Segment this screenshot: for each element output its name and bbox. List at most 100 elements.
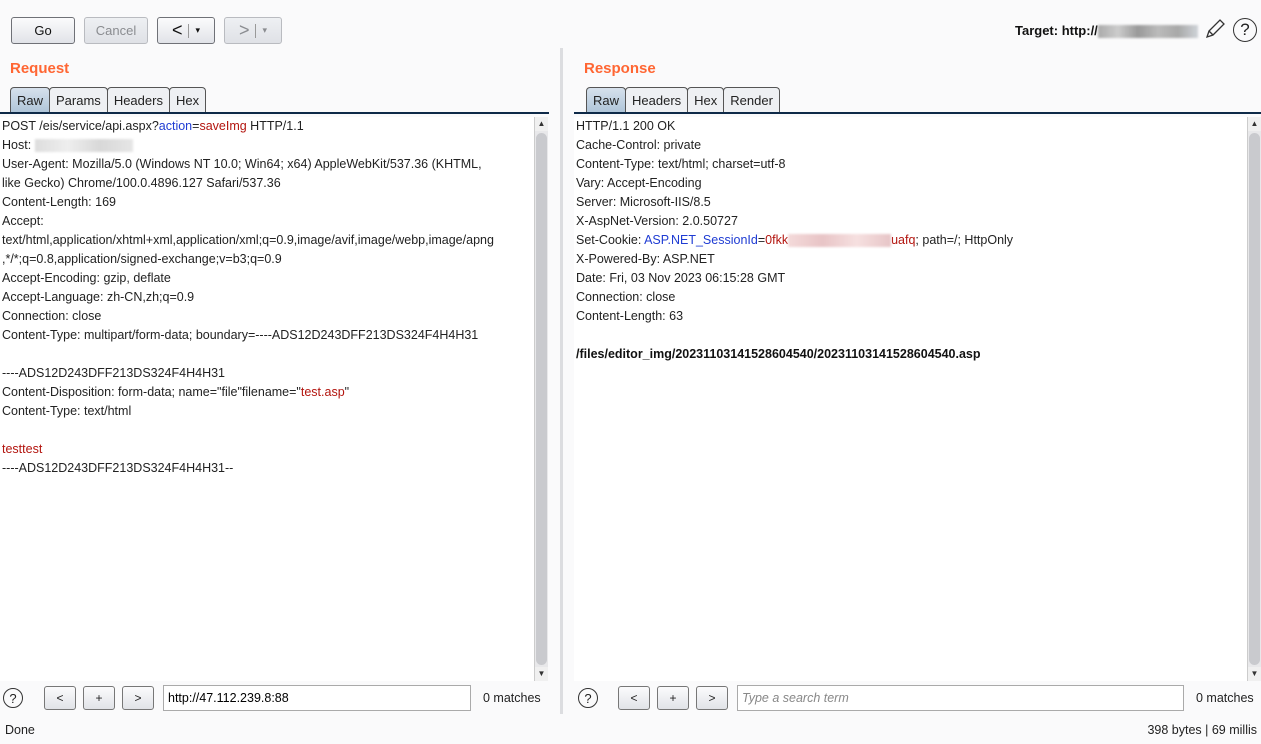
text-segment: ,*/*;q=0.8,application/signed-exchange;v… [2, 252, 282, 266]
text-segment: User-Agent: Mozilla/5.0 (Windows NT 10.0… [2, 157, 482, 171]
text-segment: Cache-Control: private [576, 138, 702, 152]
text-segment: Accept-Encoding: gzip, deflate [2, 271, 171, 285]
text-segment: HTTP/1.1 200 OK [576, 119, 676, 133]
request-match-count: 0 matches [483, 691, 541, 705]
text-segment: Host: [2, 138, 35, 152]
tab-headers[interactable]: Headers [106, 87, 170, 113]
request-scrollbar[interactable]: ▲ ▼ [534, 117, 548, 681]
text-segment: " [344, 385, 350, 399]
text-line: Connection: close [574, 288, 1247, 307]
text-line: Content-Type: multipart/form-data; bound… [0, 326, 534, 345]
request-title: Request [10, 60, 70, 77]
text-line: Accept-Language: zh-CN,zh;q=0.9 [0, 288, 534, 307]
text-line: Accept-Encoding: gzip, deflate [0, 269, 534, 288]
cancel-button[interactable]: Cancel [84, 17, 148, 44]
tab-hex[interactable]: Hex [168, 87, 207, 113]
text-segment: ; path=/; HttpOnly [915, 233, 1014, 247]
text-segment: Connection: close [576, 290, 676, 304]
dropdown-icon[interactable]: ▾ [262, 25, 267, 36]
text-segment: uafq [891, 233, 916, 247]
request-tabs: Raw Params Headers Hex [10, 87, 207, 113]
text-segment: text/html,application/xhtml+xml,applicat… [2, 233, 494, 247]
tab-render[interactable]: Render [723, 87, 780, 113]
text-segment: ----ADS12D243DFF213DS324F4H4H31-- [2, 461, 234, 475]
text-line: User-Agent: Mozilla/5.0 (Windows NT 10.0… [0, 155, 534, 174]
text-segment: Vary: Accept-Encoding [576, 176, 702, 190]
search-prev-button[interactable]: < [44, 686, 76, 710]
text-line [0, 345, 534, 364]
text-line: Cache-Control: private [574, 136, 1247, 155]
text-segment: Accept-Language: zh-CN,zh;q=0.9 [2, 290, 195, 304]
request-search-input[interactable] [163, 685, 471, 711]
text-segment: Connection: close [2, 309, 102, 323]
text-line: POST /eis/service/api.aspx?action=saveIm… [0, 117, 534, 136]
text-line: testtest [0, 440, 534, 459]
search-options-button[interactable]: + [83, 686, 115, 710]
forward-icon: > [238, 20, 250, 40]
text-segment: Content-Disposition: form-data; name="fi… [2, 385, 301, 399]
text-segment: Server: Microsoft-IIS/8.5 [576, 195, 711, 209]
text-line: Accept: [0, 212, 534, 231]
tab-raw[interactable]: Raw [586, 87, 627, 113]
text-line: ,*/*;q=0.8,application/signed-exchange;v… [0, 250, 534, 269]
go-button[interactable]: Go [11, 17, 75, 44]
text-line: Date: Fri, 03 Nov 2023 06:15:28 GMT [574, 269, 1247, 288]
text-segment: HTTP/1.1 [246, 119, 304, 133]
tab-params[interactable]: Params [49, 87, 108, 113]
split-divider[interactable] [560, 48, 563, 714]
text-line: /files/editor_img/20231103141528604540/2… [574, 345, 1247, 364]
search-options-button[interactable]: + [657, 686, 689, 710]
response-editor[interactable]: HTTP/1.1 200 OK Cache-Control: private Con… [574, 117, 1247, 681]
text-line: Content-Length: 63 [574, 307, 1247, 326]
redacted-block [34, 139, 133, 153]
text-segment: /files/editor_img/20231103141528604540/2… [576, 347, 981, 361]
text-segment: like Gecko) Chrome/100.0.4896.127 Safari… [2, 176, 281, 190]
text-segment: Accept: [2, 214, 44, 228]
tab-hex[interactable]: Hex [687, 87, 725, 113]
text-segment: action [158, 119, 193, 133]
text-line: text/html,application/xhtml+xml,applicat… [0, 231, 534, 250]
text-line: HTTP/1.1 200 OK [574, 117, 1247, 136]
request-editor[interactable]: POST /eis/service/api.aspx?action=saveIm… [0, 117, 534, 681]
search-next-button[interactable]: > [122, 686, 154, 710]
dropdown-icon[interactable]: ▾ [195, 25, 200, 36]
text-segment: saveImg [199, 119, 247, 133]
text-line: X-Powered-By: ASP.NET [574, 250, 1247, 269]
text-segment: testtest [2, 442, 43, 456]
tab-headers[interactable]: Headers [625, 87, 689, 113]
text-line: Set-Cookie: ASP.NET_SessionId=0fkk uafq; … [574, 231, 1247, 250]
text-line: Connection: close [0, 307, 534, 326]
text-segment: Content-Length: 63 [576, 309, 684, 323]
text-segment: POST /eis/service/api.aspx? [2, 119, 159, 133]
text-line: Content-Disposition: form-data; name="fi… [0, 383, 534, 402]
text-line: Content-Length: 169 [0, 193, 534, 212]
forward-button[interactable]: > ▾ [224, 17, 282, 44]
response-search-input[interactable] [737, 685, 1184, 711]
back-icon: < [171, 20, 183, 40]
response-title: Response [584, 60, 656, 77]
text-segment: 0fkk [765, 233, 789, 247]
response-scrollbar[interactable]: ▲ ▼ [1247, 117, 1261, 681]
pencil-icon[interactable] [1204, 18, 1226, 40]
text-segment: X-Powered-By: ASP.NET [576, 252, 715, 266]
text-line: Server: Microsoft-IIS/8.5 [574, 193, 1247, 212]
help-icon[interactable]: ? [3, 688, 23, 708]
text-segment: ----ADS12D243DFF213DS324F4H4H31 [2, 366, 226, 380]
help-icon[interactable]: ? [578, 688, 598, 708]
text-line: ----ADS12D243DFF213DS324F4H4H31 [0, 364, 534, 383]
back-button[interactable]: < ▾ [157, 17, 215, 44]
tab-raw[interactable]: Raw [10, 87, 51, 113]
text-line: X-AspNet-Version: 2.0.50727 [574, 212, 1247, 231]
text-segment: Content-Type: multipart/form-data; bound… [2, 328, 479, 342]
text-line: Host: [0, 136, 534, 155]
text-line: Content-Type: text/html [0, 402, 534, 421]
text-line: Vary: Accept-Encoding [574, 174, 1247, 193]
search-prev-button[interactable]: < [618, 686, 650, 710]
search-next-button[interactable]: > [696, 686, 728, 710]
redacted-block [788, 234, 892, 248]
help-icon[interactable]: ? [1233, 18, 1257, 42]
text-line: Content-Type: text/html; charset=utf-8 [574, 155, 1247, 174]
text-segment: Content-Length: 169 [2, 195, 116, 209]
text-segment: Set-Cookie: [576, 233, 645, 247]
text-segment: ASP.NET_SessionId [644, 233, 758, 247]
